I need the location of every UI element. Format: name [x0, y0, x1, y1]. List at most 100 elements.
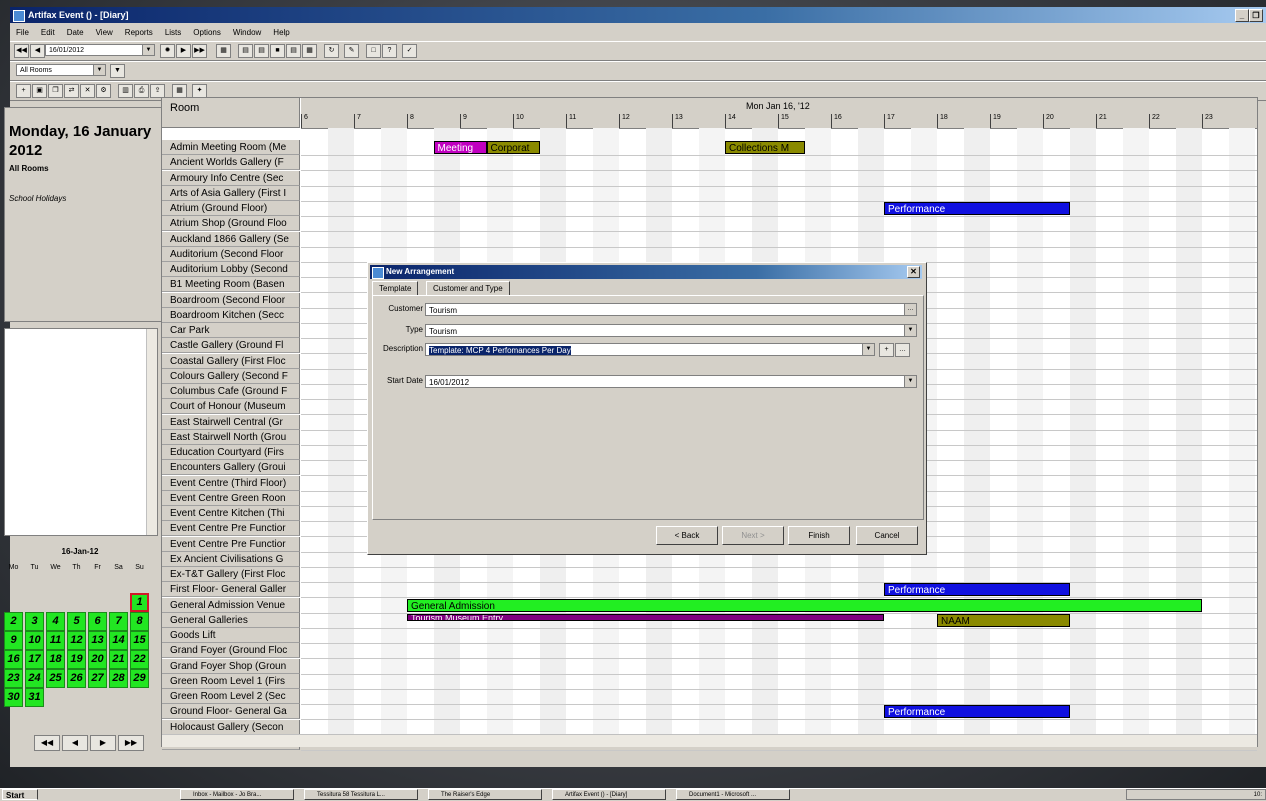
room-label[interactable]: East Stairwell North (Grou	[162, 429, 300, 445]
calendar-day[interactable]: 27	[88, 669, 107, 688]
calendar-day[interactable]: 7	[109, 612, 128, 631]
room-label[interactable]: B1 Meeting Room (Basen	[162, 277, 300, 293]
task-artifax[interactable]: Artifax Event () - [Diary]	[552, 789, 666, 800]
minimize-icon[interactable]: _	[1235, 9, 1249, 22]
room-label[interactable]: Education Courtyard (Firs	[162, 445, 300, 460]
calendar-day[interactable]: 21	[109, 650, 128, 669]
room-label[interactable]: Arts of Asia Gallery (First I	[162, 185, 300, 201]
room-label[interactable]: Auditorium (Second Floor	[162, 246, 300, 262]
finish-button[interactable]: Finish	[788, 526, 850, 545]
add-icon[interactable]: +	[879, 343, 894, 357]
month-view-icon[interactable]: ■	[270, 44, 285, 58]
report-icon[interactable]: ▥	[118, 84, 133, 98]
blank-icon[interactable]: □	[366, 44, 381, 58]
room-label[interactable]: Event Centre Kitchen (Thi	[162, 506, 300, 521]
next-month-icon[interactable]: ▶	[90, 735, 116, 751]
calendar-day[interactable]: 9	[4, 631, 23, 650]
print-icon[interactable]: ⎙	[134, 84, 149, 98]
room-label[interactable]: Auckland 1866 Gallery (Se	[162, 231, 300, 247]
tab-customer-and-type[interactable]: Customer and Type	[426, 281, 510, 296]
room-label[interactable]: Ex-T&T Gallery (First Floc	[162, 567, 300, 582]
calendar-icon[interactable]: ▦	[216, 44, 231, 58]
task-raisers-edge[interactable]: The Raiser's Edge	[428, 789, 542, 800]
calendar-day[interactable]: 26	[67, 669, 86, 688]
calendar-day[interactable]: 8	[130, 612, 149, 631]
tools-icon[interactable]: ✎	[344, 44, 359, 58]
room-label[interactable]: First Floor- General Galler	[162, 582, 300, 598]
room-label[interactable]: Court of Honour (Museum	[162, 399, 300, 415]
task-document[interactable]: Document1 - Microsoft ...	[676, 789, 790, 800]
prev-icon[interactable]: ◀	[30, 44, 45, 58]
room-label[interactable]: Car Park	[162, 323, 300, 338]
room-label[interactable]: Ex Ancient Civilisations G	[162, 551, 300, 567]
calendar-day[interactable]: 16	[4, 650, 23, 669]
room-row[interactable]	[301, 582, 1257, 599]
prev-month-icon[interactable]: ◀	[62, 735, 88, 751]
notes-scrollbar[interactable]	[146, 329, 157, 535]
refresh-icon[interactable]: ↻	[324, 44, 339, 58]
calendar-day[interactable]: 2	[4, 612, 23, 631]
calendar-day[interactable]: 14	[109, 631, 128, 650]
booking-block[interactable]: Performance	[884, 705, 1070, 719]
back-button[interactable]: < Back	[656, 526, 718, 545]
menu-lists[interactable]: Lists	[159, 25, 187, 41]
menu-reports[interactable]: Reports	[119, 25, 159, 41]
room-label[interactable]: Admin Meeting Room (Me	[162, 140, 300, 155]
room-label[interactable]: Event Centre Pre Functior	[162, 536, 300, 552]
room-row[interactable]	[301, 216, 1257, 233]
room-label[interactable]: Columbus Cafe (Ground F	[162, 384, 300, 399]
room-row[interactable]	[301, 689, 1257, 705]
room-label[interactable]: Boardroom (Second Floor	[162, 292, 300, 308]
room-label[interactable]: Grand Foyer (Ground Floc	[162, 643, 300, 659]
room-row[interactable]	[301, 643, 1257, 660]
calendar-day[interactable]: 10	[25, 631, 44, 650]
calendar-day[interactable]: 18	[46, 650, 65, 669]
start-button[interactable]: Start	[2, 789, 38, 800]
cancel-button[interactable]: Cancel	[856, 526, 918, 545]
calendar-day[interactable]: 24	[25, 669, 44, 688]
booking-block[interactable]: Tourism Museum Entry	[407, 613, 884, 621]
sun-icon[interactable]: ✹	[160, 44, 175, 58]
copy-icon[interactable]: ❐	[48, 84, 63, 98]
calendar-day[interactable]: 20	[88, 650, 107, 669]
chart-icon[interactable]: ▦	[172, 84, 187, 98]
prev-year-icon[interactable]: ◀◀	[34, 735, 60, 751]
room-row[interactable]	[301, 704, 1257, 721]
room-label[interactable]: Holocaust Gallery (Secon	[162, 719, 300, 735]
calendar-day[interactable]: 15	[130, 631, 149, 650]
booking-block[interactable]: NAAM	[937, 613, 1070, 627]
room-label[interactable]: Grand Foyer Shop (Groun	[162, 658, 300, 674]
wand-icon[interactable]: ✦	[192, 84, 207, 98]
calendar-day[interactable]: 5	[67, 612, 86, 631]
room-label[interactable]: Encounters Gallery (Groui	[162, 460, 300, 476]
task-inbox[interactable]: Inbox - Mailbox - Jo Bra...	[180, 789, 294, 800]
room-row[interactable]	[301, 674, 1257, 690]
calendar-day[interactable]: 22	[130, 650, 149, 669]
type-field[interactable]: Tourism ▼	[425, 324, 917, 337]
room-row[interactable]	[301, 659, 1257, 675]
room-label[interactable]: Atrium Shop (Ground Floo	[162, 216, 300, 232]
calendar-day[interactable]: 13	[88, 631, 107, 650]
chevron-down-icon[interactable]: ▼	[862, 344, 874, 355]
calendar-day[interactable]: 4	[46, 612, 65, 631]
properties-icon[interactable]: ⚙	[96, 84, 111, 98]
calendar-day[interactable]: 31	[25, 688, 44, 707]
last-icon[interactable]: ▶▶	[192, 44, 207, 58]
task-tessitura[interactable]: Tessitura 58 Tessitura L...	[304, 789, 418, 800]
list-view-icon[interactable]: ▤	[286, 44, 301, 58]
booking-block[interactable]: Performance	[884, 583, 1070, 597]
delete-icon[interactable]: ✕	[80, 84, 95, 98]
calendar-day[interactable]: 19	[67, 650, 86, 669]
menu-date[interactable]: Date	[61, 25, 90, 41]
menu-file[interactable]: File	[10, 25, 35, 41]
new-booking-icon[interactable]: +	[16, 84, 31, 98]
calendar-day[interactable]: 1	[130, 593, 149, 612]
room-label[interactable]: General Admission Venue	[162, 597, 300, 613]
export-icon[interactable]: ⇪	[150, 84, 165, 98]
notes-panel[interactable]	[4, 328, 158, 536]
close-icon[interactable]: ✕	[907, 266, 920, 278]
horizontal-scrollbar[interactable]	[162, 734, 1257, 747]
room-label[interactable]: Green Room Level 2 (Sec	[162, 689, 300, 704]
calendar-day[interactable]: 29	[130, 669, 149, 688]
calendar-day[interactable]: 28	[109, 669, 128, 688]
